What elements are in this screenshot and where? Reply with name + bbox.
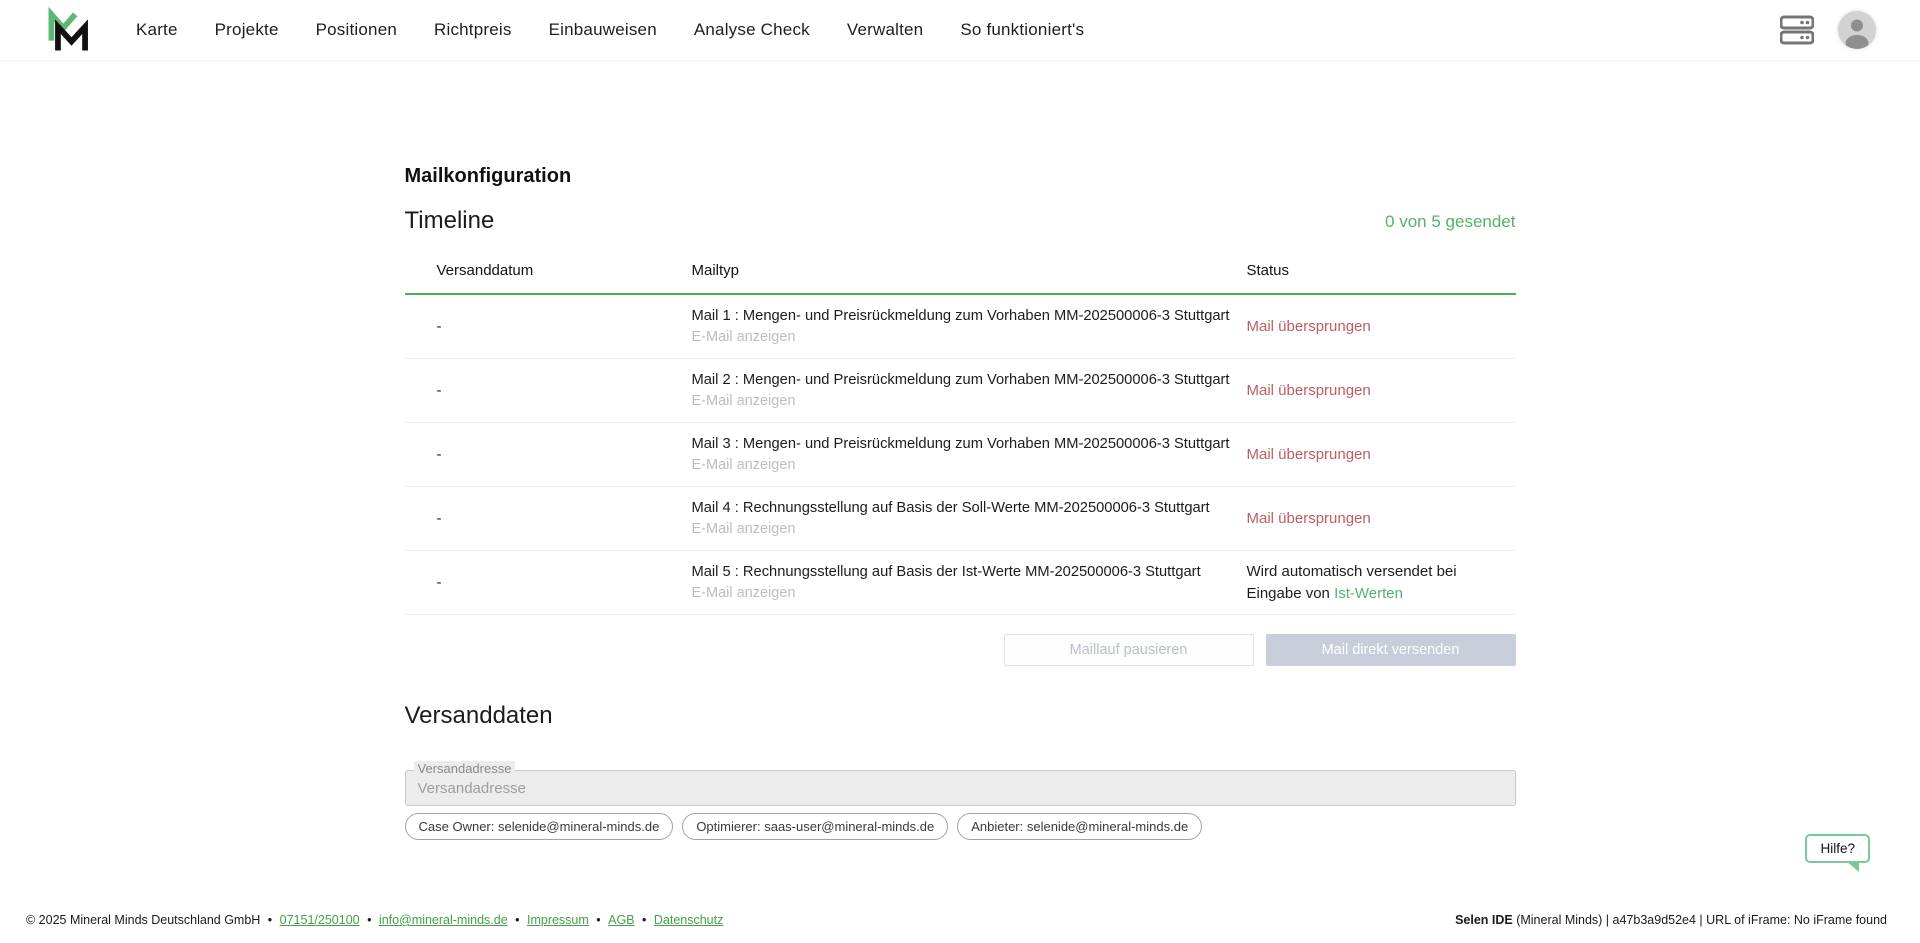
email-anzeigen-link[interactable]: E-Mail anzeigen — [692, 585, 796, 601]
footer-separator: • — [364, 913, 375, 927]
ist-werten-link[interactable]: Ist-Werten — [1334, 585, 1403, 602]
server-icon[interactable] — [1780, 15, 1814, 45]
status-cell: Mail übersprungen — [1247, 446, 1516, 464]
footer-app-name: Selen IDE — [1455, 913, 1513, 927]
versandadresse-input[interactable] — [405, 770, 1516, 806]
status-cell: Mail übersprungen — [1247, 510, 1516, 528]
versanddatum-cell: - — [437, 574, 692, 591]
recipient-chips: Case Owner: selenide@mineral-minds.de Opt… — [405, 813, 1516, 840]
mailtyp-text: Mail 5 : Rechnungsstellung auf Basis der… — [692, 564, 1247, 580]
versanddatum-cell: - — [437, 446, 692, 463]
col-versanddatum: Versanddatum — [437, 262, 692, 293]
status-auto-text: Wird automatisch versendet bei Eingabe v… — [1247, 561, 1516, 605]
table-row: -Mail 3 : Mengen- und Preisrückmeldung z… — [405, 423, 1516, 487]
top-navbar: Karte Projekte Positionen Richtpreis Einbauw… — [0, 0, 1920, 60]
status-skipped-text: Mail übersprungen — [1247, 510, 1371, 527]
mailtyp-cell: Mail 4 : Rechnungsstellung auf Basis der… — [692, 500, 1247, 538]
page-title: Mailkonfiguration — [405, 165, 1516, 188]
recipient-chip[interactable]: Anbieter: selenide@mineral-minds.de — [957, 813, 1202, 840]
footer-link-impressum[interactable]: Impressum — [527, 913, 589, 927]
nav-item-so-funktioniert-s[interactable]: So funktioniert's — [960, 20, 1084, 40]
footer-links: • 07151/250100 • info@mineral-minds.de •… — [260, 913, 723, 927]
mailtyp-cell: Mail 3 : Mengen- und Preisrückmeldung zu… — [692, 436, 1247, 474]
table-row: -Mail 4 : Rechnungsstellung auf Basis de… — [405, 487, 1516, 551]
email-anzeigen-link[interactable]: E-Mail anzeigen — [692, 393, 796, 409]
status-skipped-text: Mail übersprungen — [1247, 318, 1371, 335]
footer-separator: • — [512, 913, 523, 927]
main-content: Mailkonfiguration Timeline 0 von 5 gesen… — [405, 0, 1516, 923]
status-cell: Mail übersprungen — [1247, 318, 1516, 336]
versanddatum-cell: - — [437, 382, 692, 399]
footer-separator: • — [593, 913, 604, 927]
table-row: -Mail 5 : Rechnungsstellung auf Basis de… — [405, 551, 1516, 615]
footer-link-info-mineral-minds-de[interactable]: info@mineral-minds.de — [379, 913, 508, 927]
footer-link-07151-250100[interactable]: 07151/250100 — [280, 913, 360, 927]
table-row: -Mail 2 : Mengen- und Preisrückmeldung z… — [405, 359, 1516, 423]
col-status: Status — [1247, 262, 1516, 293]
footer-link-datenschutz[interactable]: Datenschutz — [654, 913, 723, 927]
mineral-minds-logo-icon[interactable] — [44, 7, 90, 53]
nav-item-positionen[interactable]: Positionen — [316, 20, 397, 40]
versandadresse-field-wrap: Versandadresse — [405, 770, 1516, 806]
footer-copyright: © 2025 Mineral Minds Deutschland GmbH — [26, 913, 260, 927]
nav-item-projekte[interactable]: Projekte — [215, 20, 279, 40]
timeline-table-body: -Mail 1 : Mengen- und Preisrückmeldung z… — [405, 295, 1516, 615]
nav-item-verwalten[interactable]: Verwalten — [847, 20, 923, 40]
status-skipped-text: Mail übersprungen — [1247, 446, 1371, 463]
nav-items: Karte Projekte Positionen Richtpreis Einbauw… — [136, 20, 1780, 40]
versanddatum-cell: - — [437, 318, 692, 335]
status-skipped-text: Mail übersprungen — [1247, 382, 1371, 399]
email-anzeigen-link[interactable]: E-Mail anzeigen — [692, 329, 796, 345]
nav-item-analyse-check[interactable]: Analyse Check — [694, 20, 810, 40]
recipient-chip[interactable]: Case Owner: selenide@mineral-minds.de — [405, 813, 674, 840]
hilfe-button[interactable]: Hilfe? — [1805, 834, 1870, 863]
versanddatum-cell: - — [437, 510, 692, 527]
footer-right: Selen IDE (Mineral Minds) | a47b3a9d52e4… — [1455, 913, 1887, 927]
email-anzeigen-link[interactable]: E-Mail anzeigen — [692, 457, 796, 473]
maillauf-pausieren-button[interactable]: Maillauf pausieren — [1004, 634, 1254, 666]
email-anzeigen-link[interactable]: E-Mail anzeigen — [692, 521, 796, 537]
footer-separator: • — [639, 913, 650, 927]
timeline-table: Versanddatum Mailtyp Status -Mail 1 : Me… — [405, 235, 1516, 615]
footer-link-agb[interactable]: AGB — [608, 913, 634, 927]
user-avatar[interactable] — [1838, 11, 1876, 49]
nav-item-richtpreis[interactable]: Richtpreis — [434, 20, 512, 40]
nav-item-karte[interactable]: Karte — [136, 20, 178, 40]
recipient-chip[interactable]: Optimierer: saas-user@mineral-minds.de — [682, 813, 948, 840]
mailtyp-text: Mail 1 : Mengen- und Preisrückmeldung zu… — [692, 308, 1247, 324]
mailtyp-cell: Mail 2 : Mengen- und Preisrückmeldung zu… — [692, 372, 1247, 410]
sent-summary: 0 von 5 gesendet — [1385, 212, 1515, 235]
timeline-header-row: Timeline 0 von 5 gesendet — [405, 207, 1516, 235]
mail-actions: Maillauf pausieren Mail direkt versenden — [405, 634, 1516, 666]
footer-debug-info: (Mineral Minds) | a47b3a9d52e4 | URL of … — [1513, 913, 1887, 927]
footer-separator: • — [264, 913, 275, 927]
mailtyp-text: Mail 3 : Mengen- und Preisrückmeldung zu… — [692, 436, 1247, 452]
navbar-right — [1780, 11, 1876, 49]
table-header: Versanddatum Mailtyp Status — [405, 235, 1516, 295]
mail-direkt-versenden-button[interactable]: Mail direkt versenden — [1266, 634, 1516, 666]
mailtyp-cell: Mail 5 : Rechnungsstellung auf Basis der… — [692, 564, 1247, 602]
footer-left: © 2025 Mineral Minds Deutschland GmbH • … — [26, 913, 723, 927]
mailtyp-text: Mail 2 : Mengen- und Preisrückmeldung zu… — [692, 372, 1247, 388]
col-mailtyp: Mailtyp — [692, 262, 1247, 293]
footer: © 2025 Mineral Minds Deutschland GmbH • … — [0, 897, 1920, 943]
versandadresse-label: Versandadresse — [414, 761, 516, 778]
nav-item-einbauweisen[interactable]: Einbauweisen — [549, 20, 657, 40]
mailtyp-cell: Mail 1 : Mengen- und Preisrückmeldung zu… — [692, 308, 1247, 346]
person-icon — [1838, 11, 1876, 49]
table-row: -Mail 1 : Mengen- und Preisrückmeldung z… — [405, 295, 1516, 359]
status-cell: Mail übersprungen — [1247, 382, 1516, 400]
mailtyp-text: Mail 4 : Rechnungsstellung auf Basis der… — [692, 500, 1247, 516]
timeline-heading: Timeline — [405, 207, 495, 235]
status-cell: Wird automatisch versendet bei Eingabe v… — [1247, 561, 1516, 605]
versanddaten-heading: Versanddaten — [405, 702, 1516, 730]
